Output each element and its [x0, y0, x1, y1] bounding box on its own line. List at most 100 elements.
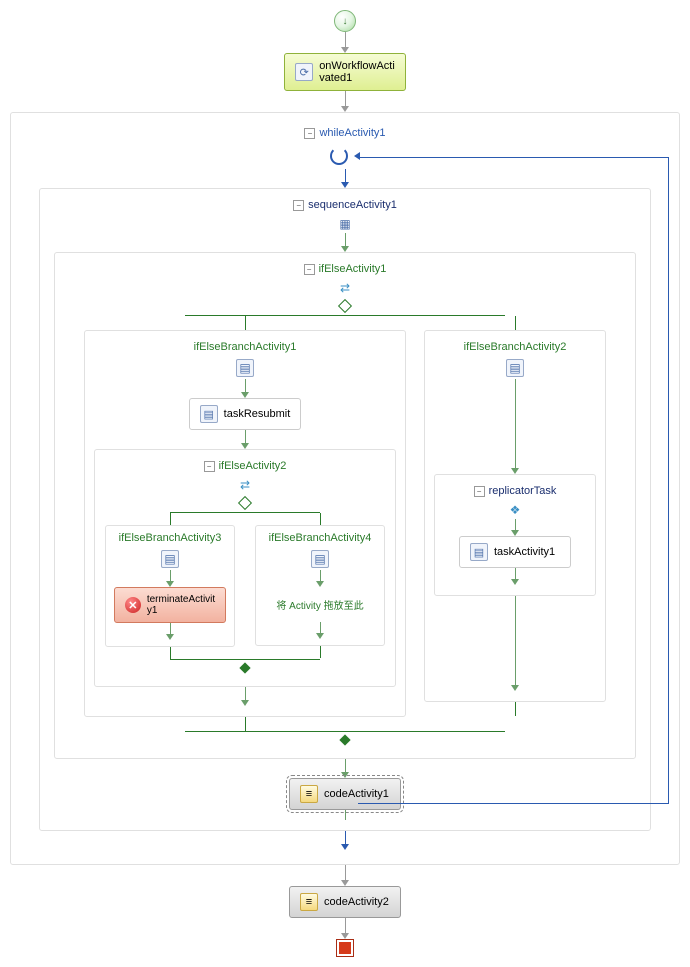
- down-arrow-icon: ↓: [343, 16, 348, 27]
- activity-label: codeActivity2: [324, 896, 389, 908]
- connector: [515, 702, 516, 716]
- connector: [345, 91, 346, 107]
- connector: [320, 646, 321, 658]
- arrowhead-icon: [341, 844, 349, 850]
- connector: [515, 596, 516, 686]
- connector: [345, 918, 346, 934]
- connector: [345, 865, 346, 881]
- activity-label: onWorkflowActi vated1: [319, 60, 395, 84]
- connector: [245, 379, 246, 393]
- arrowhead-icon: [511, 685, 519, 691]
- activity-on-workflow-activated[interactable]: ⟳ onWorkflowActi vated1: [284, 53, 406, 91]
- drop-hint[interactable]: 将 Activity 拖放至此: [266, 587, 374, 622]
- activity-label: taskResubmit: [224, 408, 291, 420]
- branch-icon: ▤: [236, 359, 254, 377]
- arrowhead-icon: [316, 633, 324, 639]
- merge-diamond-icon: [239, 662, 250, 673]
- container-title: ifElseBranchActivity3: [119, 532, 222, 544]
- branch-icon: ▤: [506, 359, 524, 377]
- container-header[interactable]: ifElseBranchActivity4: [269, 532, 372, 544]
- activity-code-activity2[interactable]: ≡ codeActivity2: [289, 886, 401, 918]
- decision-icon: ⇄: [340, 281, 350, 295]
- task-icon: ▤: [200, 405, 218, 423]
- container-header[interactable]: − ifElseActivity2: [204, 460, 287, 472]
- container-header[interactable]: − whileActivity1: [304, 127, 385, 139]
- merge-diamond-icon: [339, 734, 350, 745]
- connector: [245, 687, 246, 701]
- collapse-icon[interactable]: −: [474, 486, 485, 497]
- activity-label: terminateActivit y1: [147, 594, 215, 616]
- loop-back-connector-top: [358, 157, 669, 158]
- container-header[interactable]: − replicatorTask: [474, 485, 557, 497]
- container-title: whileActivity1: [319, 127, 385, 139]
- activity-label: codeActivity1: [324, 788, 389, 800]
- connector: [170, 513, 171, 525]
- container-header[interactable]: ifElseBranchActivity2: [464, 341, 567, 353]
- error-icon: ✕: [125, 597, 141, 613]
- collapse-icon[interactable]: −: [304, 128, 315, 139]
- branch-icon: ▤: [311, 550, 329, 568]
- container-title: ifElseBranchActivity2: [464, 341, 567, 353]
- code-icon: ≡: [300, 785, 318, 803]
- container-if-else-branch-activity4[interactable]: ifElseBranchActivity4 ▤ 将 Activity 拖放至此: [255, 525, 385, 646]
- container-header[interactable]: ifElseBranchActivity3: [119, 532, 222, 544]
- connector: [345, 759, 346, 773]
- container-title: ifElseBranchActivity4: [269, 532, 372, 544]
- container-header[interactable]: − sequenceActivity1: [293, 199, 397, 211]
- container-header[interactable]: ifElseBranchActivity1: [194, 341, 297, 353]
- decision-diamond-icon: [238, 496, 252, 510]
- connector: [345, 169, 346, 183]
- loop-icon: [330, 147, 348, 165]
- collapse-icon[interactable]: −: [293, 200, 304, 211]
- code-icon: ≡: [300, 893, 318, 911]
- connector: [345, 831, 346, 845]
- loop-arrowhead-icon: [354, 152, 360, 160]
- connector: [320, 513, 321, 525]
- container-while-activity1[interactable]: − whileActivity1 − sequenceActivity1 ▦: [10, 112, 680, 865]
- branch-row: ifElseBranchActivity1 ▤ ▤ taskResubmit: [85, 316, 605, 731]
- container-if-else-branch-activity2[interactable]: ifElseBranchActivity2 ▤ − replicatorTask: [424, 330, 606, 702]
- activity-task-activity1[interactable]: ▤ taskActivity1: [459, 536, 571, 568]
- activity-label: taskActivity1: [494, 546, 555, 558]
- connector: [515, 316, 516, 330]
- branch-row: ifElseBranchActivity3 ▤ ✕ terminateAct: [105, 513, 385, 659]
- replicator-icon: ❖: [510, 503, 521, 517]
- merge-connector: [185, 731, 505, 732]
- sequence-icon: ▦: [339, 217, 350, 231]
- container-title: ifElseBranchActivity1: [194, 341, 297, 353]
- container-title: sequenceActivity1: [308, 199, 397, 211]
- container-sequence-activity1[interactable]: − sequenceActivity1 ▦ − ifElseActivity1 …: [39, 188, 651, 831]
- connector: [345, 32, 346, 48]
- activity-code-activity1[interactable]: ≡ codeActivity1: [289, 778, 401, 810]
- container-title: replicatorTask: [489, 485, 557, 497]
- container-header[interactable]: − ifElseActivity1: [304, 263, 387, 275]
- arrowhead-icon: [241, 700, 249, 706]
- end-node[interactable]: [336, 939, 354, 957]
- container-if-else-activity2[interactable]: − ifElseActivity2 ⇄: [94, 449, 396, 687]
- container-if-else-branch-activity1[interactable]: ifElseBranchActivity1 ▤ ▤ taskResubmit: [84, 330, 406, 717]
- container-replicator-task[interactable]: − replicatorTask ❖ ▤ taskActivity1: [434, 474, 596, 596]
- loop-back-connector-bottom: [358, 803, 669, 804]
- activity-terminate-activity1[interactable]: ✕ terminateActivit y1: [114, 587, 226, 623]
- connector: [515, 379, 516, 469]
- decision-icon: ⇄: [240, 478, 250, 492]
- workflow-canvas: ↓ ⟳ onWorkflowActi vated1 − whileActivit…: [10, 10, 680, 957]
- loop-back-connector: [668, 157, 669, 804]
- arrowhead-icon: [166, 634, 174, 640]
- workflow-icon: ⟳: [295, 63, 313, 81]
- activity-task-resubmit[interactable]: ▤ taskResubmit: [189, 398, 302, 430]
- branch-icon: ▤: [161, 550, 179, 568]
- connector: [245, 316, 246, 330]
- connector: [170, 647, 171, 659]
- container-title: ifElseActivity1: [319, 263, 387, 275]
- connector: [345, 810, 346, 820]
- decision-diamond-icon: [338, 299, 352, 313]
- start-node[interactable]: ↓: [334, 10, 356, 32]
- collapse-icon[interactable]: −: [204, 461, 215, 472]
- merge-connector: [170, 659, 320, 660]
- connector: [245, 430, 246, 444]
- connector: [345, 233, 346, 247]
- container-if-else-branch-activity3[interactable]: ifElseBranchActivity3 ▤ ✕ terminateAct: [105, 525, 235, 647]
- container-if-else-activity1[interactable]: − ifElseActivity1 ⇄ ifElseBranchActivity…: [54, 252, 636, 759]
- collapse-icon[interactable]: −: [304, 264, 315, 275]
